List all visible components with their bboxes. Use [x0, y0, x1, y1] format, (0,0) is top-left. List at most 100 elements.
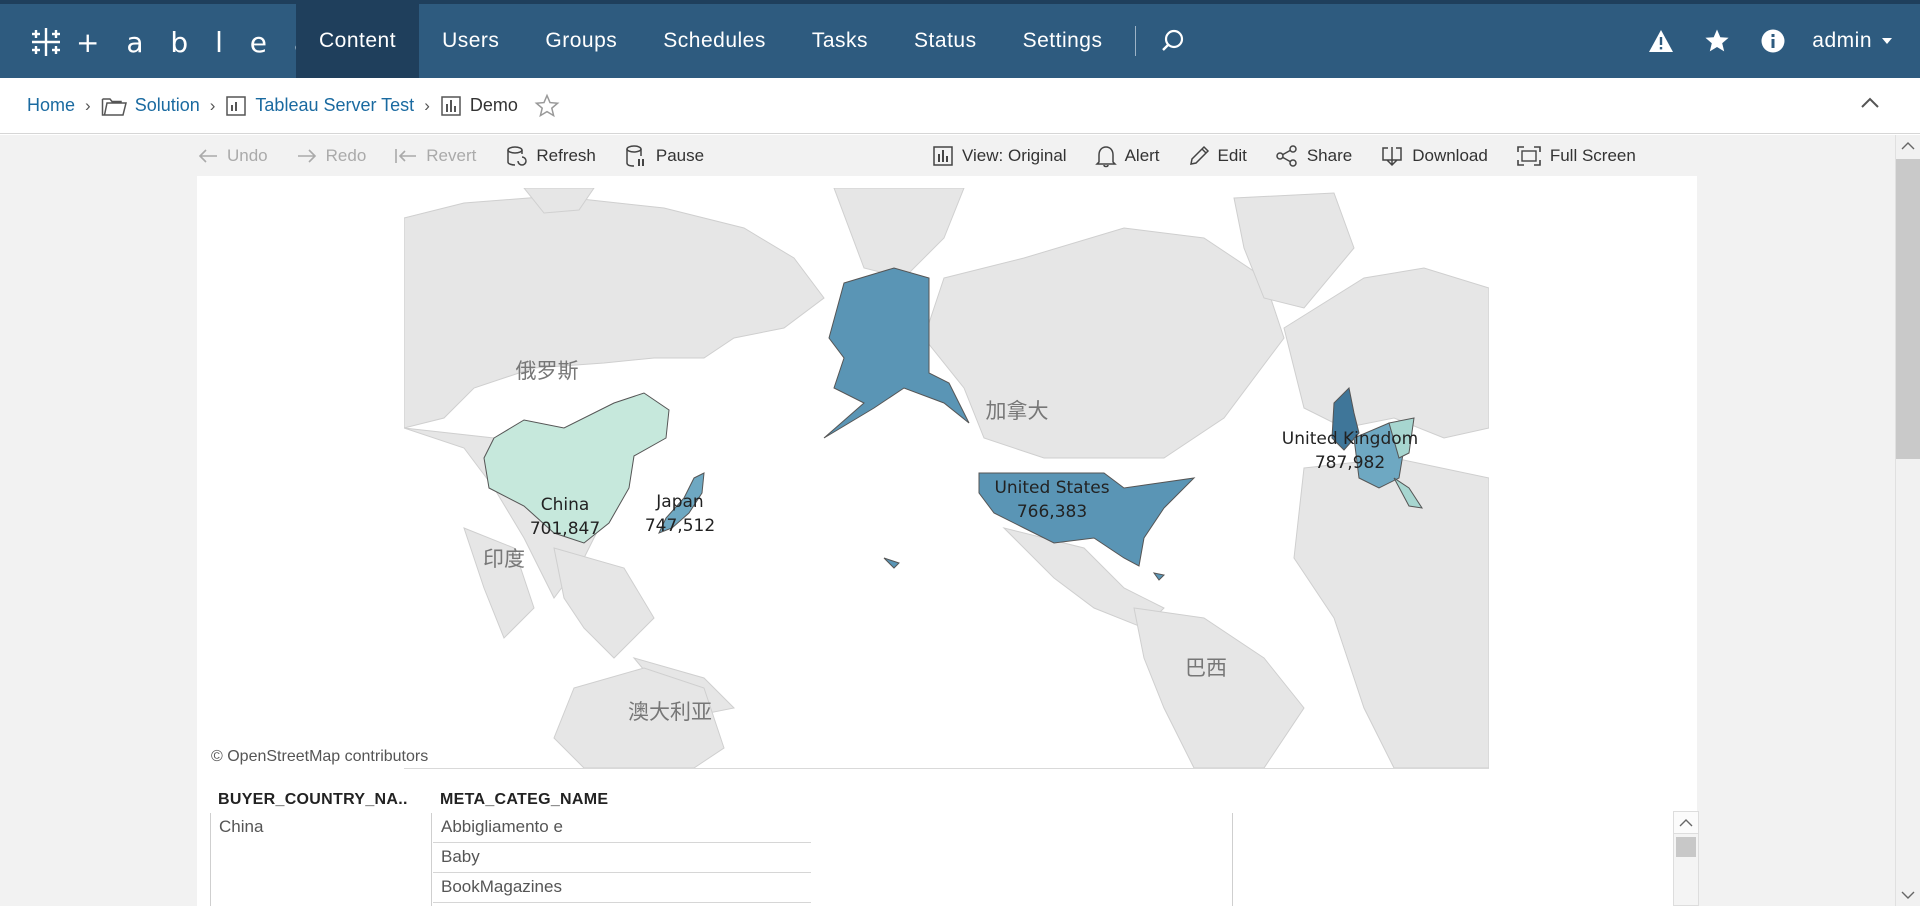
alert-button[interactable]: Alert	[1094, 136, 1160, 176]
mark-label-japan-name: Japan	[655, 492, 703, 512]
map-divider	[404, 768, 1489, 769]
chevron-down-icon	[1882, 38, 1892, 44]
scroll-up-button[interactable]	[1896, 135, 1920, 157]
download-label: Download	[1412, 146, 1488, 165]
share-icon	[1276, 145, 1297, 167]
revert-label: Revert	[426, 146, 477, 165]
breadcrumb-project[interactable]: Solution	[135, 95, 200, 116]
alert-label: Alert	[1124, 146, 1160, 165]
map-label-canada: 加拿大	[986, 399, 1049, 423]
full-screen-label: Full Screen	[1549, 146, 1636, 165]
breadcrumb-current-view: Demo	[469, 95, 518, 115]
favorites-button[interactable]	[1700, 24, 1734, 58]
view-icon	[933, 146, 953, 166]
map-label-brazil: 巴西	[1185, 656, 1227, 680]
table-cell-country[interactable]: China	[211, 813, 432, 906]
dashboard: 俄罗斯 加拿大 印度 巴西 澳大利亚 China 701,847 Japan 7…	[197, 176, 1699, 906]
crosstab: BUYER_COUNTRY_NA.. META_CATEG_NAME China…	[210, 783, 1699, 906]
info-icon	[1761, 29, 1785, 53]
share-label: Share	[1306, 146, 1353, 165]
pause-label: Pause	[655, 146, 705, 165]
star-outline-icon	[534, 93, 560, 117]
tab-settings[interactable]: Settings	[1000, 4, 1126, 78]
pencil-icon	[1189, 145, 1209, 165]
alerts-button[interactable]	[1644, 24, 1678, 58]
mark-label-china-value: 701,847	[530, 519, 600, 539]
nav-divider	[1135, 26, 1137, 56]
chevron-down-icon	[1901, 891, 1915, 899]
search-button[interactable]	[1146, 4, 1200, 78]
table-cell-category[interactable]: Baby	[433, 843, 811, 873]
revert-button[interactable]: Revert	[394, 136, 476, 176]
collapse-header-button[interactable]	[1860, 96, 1880, 115]
column-header-country[interactable]: BUYER_COUNTRY_NA..	[210, 783, 432, 813]
share-button[interactable]: Share	[1275, 136, 1352, 176]
table-cell-category[interactable]: BookMagazines	[433, 873, 811, 903]
map-svg: 俄罗斯 加拿大 印度 巴西 澳大利亚 China 701,847 Japan 7…	[404, 188, 1489, 768]
table-scroll-up-button[interactable]	[1674, 812, 1698, 834]
table-header: BUYER_COUNTRY_NA.. META_CATEG_NAME	[210, 783, 810, 813]
map-label-russia: 俄罗斯	[516, 359, 579, 383]
map-label-australia: 澳大利亚	[628, 700, 712, 724]
arrow-right-icon	[297, 149, 316, 163]
help-button[interactable]	[1756, 24, 1790, 58]
chevron-up-icon	[1901, 142, 1915, 150]
view-original-button[interactable]: View: Original	[932, 136, 1067, 176]
tab-tasks[interactable]: Tasks	[789, 4, 891, 78]
nav-right-group: admin	[1644, 4, 1892, 78]
column-header-category[interactable]: META_CATEG_NAME	[432, 783, 810, 813]
mark-label-japan-value: 747,512	[645, 516, 715, 536]
table-scrollbar[interactable]	[1673, 811, 1699, 906]
scroll-down-button[interactable]	[1896, 884, 1920, 906]
refresh-icon	[507, 146, 528, 166]
breadcrumb-separator: ›	[209, 95, 216, 115]
table-body: China Abbigliamento e Baby BookMagazines	[210, 813, 1410, 906]
view-label: View: Original	[962, 146, 1067, 165]
folder-icon	[101, 95, 127, 117]
breadcrumb: Home › Solution › Tableau Server Test › …	[0, 78, 1920, 134]
refresh-button[interactable]: Refresh	[504, 136, 596, 176]
full-screen-button[interactable]: Full Screen	[1516, 136, 1636, 176]
download-button[interactable]: Download	[1380, 136, 1488, 176]
breadcrumb-separator: ›	[424, 95, 430, 115]
mark-label-uk-value: 787,982	[1315, 453, 1385, 473]
warning-icon	[1649, 30, 1674, 52]
breadcrumb-separator: ›	[85, 95, 91, 115]
bell-icon	[1094, 146, 1117, 168]
search-icon	[1162, 29, 1184, 51]
mark-label-china-name: China	[541, 495, 590, 515]
favorite-star-button[interactable]	[534, 93, 560, 119]
table-scroll-thumb[interactable]	[1676, 837, 1696, 857]
tab-content[interactable]: Content	[296, 4, 420, 78]
tableau-mark-icon	[32, 28, 60, 56]
table-cell-category[interactable]: Abbigliamento e	[433, 813, 811, 843]
map-label-india: 印度	[483, 547, 525, 571]
workbook-icon	[225, 95, 247, 117]
download-icon	[1382, 147, 1402, 167]
arrow-left-icon	[198, 149, 217, 163]
main-nav-tabs: Content Users Groups Schedules Tasks Sta…	[296, 4, 1200, 78]
star-icon	[1705, 29, 1729, 52]
breadcrumb-workbook[interactable]: Tableau Server Test	[255, 95, 414, 116]
tab-groups[interactable]: Groups	[522, 4, 640, 78]
chevron-up-icon	[1679, 818, 1693, 826]
top-navigation: + a b l e a u Content Users Groups Sched…	[0, 0, 1920, 78]
scroll-thumb[interactable]	[1896, 159, 1920, 459]
tab-schedules[interactable]: Schedules	[640, 4, 789, 78]
edit-button[interactable]: Edit	[1188, 136, 1247, 176]
edit-label: Edit	[1217, 146, 1247, 165]
user-name: admin	[1812, 29, 1872, 52]
user-menu[interactable]: admin	[1812, 29, 1892, 53]
breadcrumb-home[interactable]: Home	[27, 95, 75, 116]
tab-status[interactable]: Status	[891, 4, 1000, 78]
redo-button[interactable]: Redo	[296, 136, 366, 176]
page-scrollbar[interactable]	[1895, 135, 1920, 906]
pause-button[interactable]: Pause	[624, 136, 704, 176]
undo-button[interactable]: Undo	[197, 136, 268, 176]
world-map[interactable]: 俄罗斯 加拿大 印度 巴西 澳大利亚 China 701,847 Japan 7…	[404, 188, 1489, 768]
toolbar-right-group: View: Original Alert Edit Share Download…	[932, 136, 1664, 176]
tab-users[interactable]: Users	[419, 4, 522, 78]
undo-label: Undo	[227, 146, 268, 165]
mark-label-us-value: 766,383	[1017, 502, 1087, 522]
chevron-up-icon	[1861, 97, 1879, 108]
